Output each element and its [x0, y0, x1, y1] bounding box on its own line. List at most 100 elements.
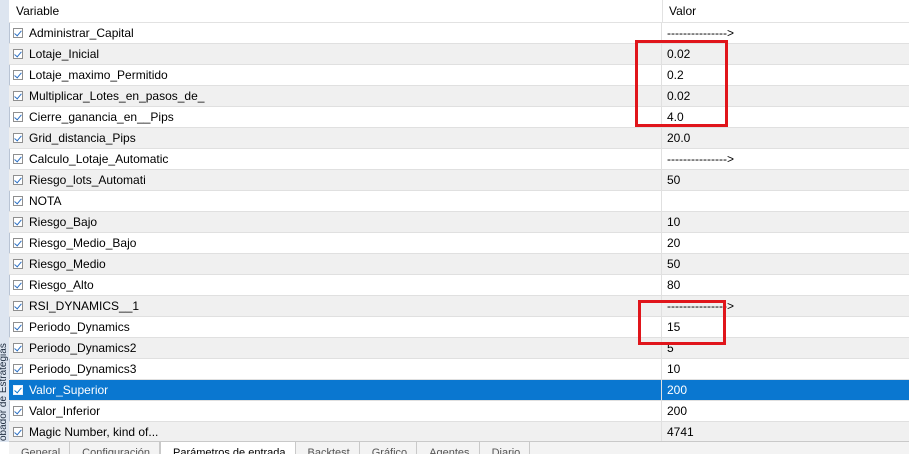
table-row[interactable]: Lotaje_maximo_Permitido 0.2 [9, 65, 909, 86]
column-header-value[interactable]: Valor [663, 0, 909, 22]
variable-name: Lotaje_Inicial [29, 47, 100, 61]
variable-name: Calculo_Lotaje_Automatic [29, 152, 169, 166]
value-cell[interactable]: 50 [662, 257, 680, 271]
variable-name: Periodo_Dynamics2 [29, 341, 137, 355]
tab-4[interactable]: Gráfico [360, 442, 418, 454]
parameter-checkbox[interactable] [13, 406, 23, 416]
parameter-checkbox[interactable] [13, 427, 23, 437]
parameter-checkbox[interactable] [13, 238, 23, 248]
variable-cell: Riesgo_Medio_Bajo [9, 233, 662, 253]
variable-cell: Multiplicar_Lotes_en_pasos_de_ [9, 86, 662, 106]
parameter-checkbox[interactable] [13, 28, 23, 38]
parameter-checkbox[interactable] [13, 259, 23, 269]
parameter-checkbox[interactable] [13, 175, 23, 185]
tab-6[interactable]: Diario [480, 442, 531, 454]
table-row[interactable]: Periodo_Dynamics2 5 [9, 338, 909, 359]
variable-cell: Riesgo_lots_Automati [9, 170, 662, 190]
value-cell[interactable]: ---------------> [662, 152, 734, 166]
value-cell[interactable]: 0.2 [662, 68, 684, 82]
variable-name: Multiplicar_Lotes_en_pasos_de_ [29, 89, 205, 103]
tab-3[interactable]: Backtest [296, 442, 360, 454]
table-row[interactable]: Magic Number, kind of... 4741 [9, 422, 909, 443]
parameter-checkbox[interactable] [13, 301, 23, 311]
table-row[interactable]: Lotaje_Inicial 0.02 [9, 44, 909, 65]
column-header-variable[interactable]: Variable [9, 0, 663, 22]
variable-name: Periodo_Dynamics [29, 320, 130, 334]
tester-tabs: General Configuración Parámetros de entrad… [9, 441, 909, 454]
variable-name: Riesgo_Medio_Bajo [29, 236, 137, 250]
parameter-checkbox[interactable] [13, 91, 23, 101]
value-cell[interactable]: ---------------> [662, 26, 734, 40]
table-row[interactable]: Periodo_Dynamics3 10 [9, 359, 909, 380]
tab-2[interactable]: Parámetros de entrada [160, 442, 296, 454]
parameter-checkbox[interactable] [13, 196, 23, 206]
parameter-checkbox[interactable] [13, 154, 23, 164]
table-row[interactable]: Riesgo_Alto 80 [9, 275, 909, 296]
table-row[interactable]: Riesgo_lots_Automati 50 [9, 170, 909, 191]
parameter-checkbox[interactable] [13, 385, 23, 395]
tab-1[interactable]: Configuración [70, 442, 161, 454]
parameter-checkbox[interactable] [13, 343, 23, 353]
parameter-checkbox[interactable] [13, 280, 23, 290]
side-panel-label: obador de Estrategias [0, 343, 9, 441]
parameter-checkbox[interactable] [13, 133, 23, 143]
table-row[interactable]: Valor_Inferior 200 [9, 401, 909, 422]
value-cell[interactable]: 10 [662, 362, 680, 376]
tab-0[interactable]: General [9, 442, 71, 454]
variable-name: Administrar_Capital [29, 26, 134, 40]
variable-name: Riesgo_Bajo [29, 215, 98, 229]
variable-name: RSI_DYNAMICS__1 [29, 299, 140, 313]
variable-cell: NOTA [9, 191, 662, 211]
value-cell[interactable]: 4741 [662, 425, 694, 439]
variable-name: NOTA [29, 194, 62, 208]
table-row[interactable]: Valor_Superior 200 [9, 380, 909, 401]
parameter-checkbox[interactable] [13, 217, 23, 227]
value-cell[interactable]: 5 [662, 341, 674, 355]
variable-cell: Periodo_Dynamics [9, 317, 662, 337]
input-parameters-table: Variable Valor Administrar_Capital ------… [9, 0, 909, 443]
variable-cell: Valor_Superior [9, 380, 662, 400]
value-cell[interactable]: 200 [662, 404, 687, 418]
table-row[interactable]: NOTA [9, 191, 909, 212]
value-cell[interactable]: 20 [662, 236, 680, 250]
variable-cell: Riesgo_Alto [9, 275, 662, 295]
value-cell[interactable]: 80 [662, 278, 680, 292]
parameter-checkbox[interactable] [13, 364, 23, 374]
value-cell[interactable]: 20.0 [662, 131, 690, 145]
variable-cell: Lotaje_maximo_Permitido [9, 65, 662, 85]
variable-cell: Riesgo_Medio [9, 254, 662, 274]
variable-name: Magic Number, kind of... [29, 425, 159, 439]
table-row[interactable]: Grid_distancia_Pips 20.0 [9, 128, 909, 149]
table-row[interactable]: Calculo_Lotaje_Automatic ---------------> [9, 149, 909, 170]
variable-cell: RSI_DYNAMICS__1 [9, 296, 662, 316]
value-cell[interactable]: 200 [662, 383, 687, 397]
variable-cell: Periodo_Dynamics2 [9, 338, 662, 358]
variable-cell: Magic Number, kind of... [9, 422, 662, 442]
table-row[interactable]: Periodo_Dynamics 15 [9, 317, 909, 338]
variable-cell: Calculo_Lotaje_Automatic [9, 149, 662, 169]
value-cell[interactable]: ---------------> [662, 299, 734, 313]
table-row[interactable]: Cierre_ganancia_en__Pips 4.0 [9, 107, 909, 128]
parameter-checkbox[interactable] [13, 112, 23, 122]
parameter-checkbox[interactable] [13, 70, 23, 80]
variable-name: Cierre_ganancia_en__Pips [29, 110, 174, 124]
variable-cell: Lotaje_Inicial [9, 44, 662, 64]
table-row[interactable]: Administrar_Capital ---------------> [9, 23, 909, 44]
table-row[interactable]: RSI_DYNAMICS__1 ---------------> [9, 296, 909, 317]
parameter-checkbox[interactable] [13, 322, 23, 332]
table-row[interactable]: Riesgo_Medio_Bajo 20 [9, 233, 909, 254]
table-row[interactable]: Multiplicar_Lotes_en_pasos_de_ 0.02 [9, 86, 909, 107]
variable-name: Riesgo_lots_Automati [29, 173, 146, 187]
tab-5[interactable]: Agentes [417, 442, 480, 454]
value-cell[interactable]: 50 [662, 173, 680, 187]
value-cell[interactable]: 15 [662, 320, 680, 334]
value-cell[interactable]: 10 [662, 215, 680, 229]
table-row[interactable]: Riesgo_Bajo 10 [9, 212, 909, 233]
value-cell[interactable]: 0.02 [662, 47, 690, 61]
variable-name: Valor_Inferior [29, 404, 101, 418]
variable-cell: Grid_distancia_Pips [9, 128, 662, 148]
table-row[interactable]: Riesgo_Medio 50 [9, 254, 909, 275]
value-cell[interactable]: 0.02 [662, 89, 690, 103]
value-cell[interactable]: 4.0 [662, 110, 684, 124]
parameter-checkbox[interactable] [13, 49, 23, 59]
